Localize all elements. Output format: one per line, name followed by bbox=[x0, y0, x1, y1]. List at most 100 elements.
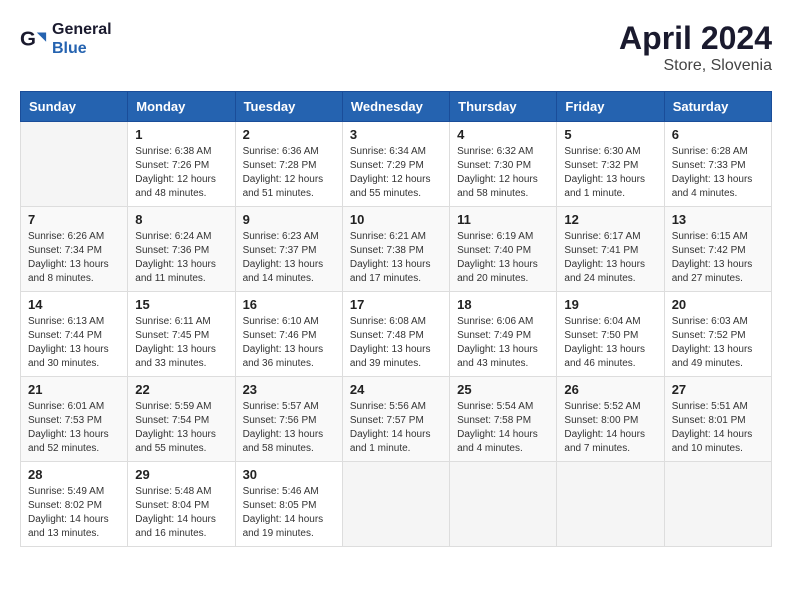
day-number: 28 bbox=[28, 467, 120, 482]
day-info: Sunrise: 5:49 AM Sunset: 8:02 PM Dayligh… bbox=[28, 485, 120, 541]
day-info: Sunrise: 5:48 AM Sunset: 8:04 PM Dayligh… bbox=[135, 485, 227, 541]
day-number: 2 bbox=[243, 127, 335, 142]
page-header: G General Blue April 2024 Store, Sloveni… bbox=[20, 20, 772, 75]
day-info: Sunrise: 6:04 AM Sunset: 7:50 PM Dayligh… bbox=[564, 315, 656, 371]
calendar-cell: 10 Sunrise: 6:21 AM Sunset: 7:38 PM Dayli… bbox=[342, 207, 449, 292]
day-number: 7 bbox=[28, 212, 120, 227]
day-info: Sunrise: 5:51 AM Sunset: 8:01 PM Dayligh… bbox=[672, 400, 764, 456]
day-info: Sunrise: 6:32 AM Sunset: 7:30 PM Dayligh… bbox=[457, 145, 549, 201]
day-number: 25 bbox=[457, 382, 549, 397]
calendar-cell: 29 Sunrise: 5:48 AM Sunset: 8:04 PM Dayli… bbox=[128, 462, 235, 547]
day-number: 1 bbox=[135, 127, 227, 142]
calendar-cell: 22 Sunrise: 5:59 AM Sunset: 7:54 PM Dayli… bbox=[128, 377, 235, 462]
day-number: 10 bbox=[350, 212, 442, 227]
day-number: 5 bbox=[564, 127, 656, 142]
calendar-cell: 30 Sunrise: 5:46 AM Sunset: 8:05 PM Dayli… bbox=[235, 462, 342, 547]
calendar-cell: 21Sunrise: 6:01 AM Sunset: 7:53 PM Dayli… bbox=[21, 377, 128, 462]
day-number: 23 bbox=[243, 382, 335, 397]
month-year: April 2024 bbox=[619, 20, 772, 57]
day-number: 4 bbox=[457, 127, 549, 142]
day-info: Sunrise: 6:23 AM Sunset: 7:37 PM Dayligh… bbox=[243, 230, 335, 286]
day-number: 30 bbox=[243, 467, 335, 482]
calendar-cell: 3Sunrise: 6:34 AM Sunset: 7:29 PM Daylig… bbox=[342, 122, 449, 207]
day-info: Sunrise: 5:56 AM Sunset: 7:57 PM Dayligh… bbox=[350, 400, 442, 456]
day-number: 15 bbox=[135, 297, 227, 312]
calendar-cell: 15Sunrise: 6:11 AM Sunset: 7:45 PM Dayli… bbox=[128, 292, 235, 377]
calendar-cell: 19 Sunrise: 6:04 AM Sunset: 7:50 PM Dayli… bbox=[557, 292, 664, 377]
calendar-cell: 13Sunrise: 6:15 AM Sunset: 7:42 PM Dayli… bbox=[664, 207, 771, 292]
logo-icon: G bbox=[20, 25, 48, 53]
calendar-cell: 12 Sunrise: 6:17 AM Sunset: 7:41 PM Dayli… bbox=[557, 207, 664, 292]
day-info: Sunrise: 6:08 AM Sunset: 7:48 PM Dayligh… bbox=[350, 315, 442, 371]
day-info: Sunrise: 5:54 AM Sunset: 7:58 PM Dayligh… bbox=[457, 400, 549, 456]
day-number: 3 bbox=[350, 127, 442, 142]
day-info: Sunrise: 6:28 AM Sunset: 7:33 PM Dayligh… bbox=[672, 145, 764, 201]
day-info: Sunrise: 6:03 AM Sunset: 7:52 PM Dayligh… bbox=[672, 315, 764, 371]
calendar-cell: 26 Sunrise: 5:52 AM Sunset: 8:00 PM Dayli… bbox=[557, 377, 664, 462]
day-info: Sunrise: 5:57 AM Sunset: 7:56 PM Dayligh… bbox=[243, 400, 335, 456]
day-number: 18 bbox=[457, 297, 549, 312]
calendar-cell: 17 Sunrise: 6:08 AM Sunset: 7:48 PM Dayli… bbox=[342, 292, 449, 377]
svg-text:G: G bbox=[20, 28, 36, 51]
day-info: Sunrise: 6:36 AM Sunset: 7:28 PM Dayligh… bbox=[243, 145, 335, 201]
day-info: Sunrise: 6:10 AM Sunset: 7:46 PM Dayligh… bbox=[243, 315, 335, 371]
calendar-cell: 9Sunrise: 6:23 AM Sunset: 7:37 PM Daylig… bbox=[235, 207, 342, 292]
location: Store, Slovenia bbox=[619, 57, 772, 75]
calendar-cell: 1 Sunrise: 6:38 AM Sunset: 7:26 PM Daylig… bbox=[128, 122, 235, 207]
day-info: Sunrise: 6:13 AM Sunset: 7:44 PM Dayligh… bbox=[28, 315, 120, 371]
calendar-cell: 25 Sunrise: 5:54 AM Sunset: 7:58 PM Dayli… bbox=[450, 377, 557, 462]
day-header-tuesday: Tuesday bbox=[235, 92, 342, 122]
day-info: Sunrise: 6:21 AM Sunset: 7:38 PM Dayligh… bbox=[350, 230, 442, 286]
day-number: 19 bbox=[564, 297, 656, 312]
logo-text-line1: General bbox=[52, 20, 112, 39]
day-number: 21 bbox=[28, 382, 120, 397]
day-number: 12 bbox=[564, 212, 656, 227]
day-number: 6 bbox=[672, 127, 764, 142]
calendar-cell: 6 Sunrise: 6:28 AM Sunset: 7:33 PM Daylig… bbox=[664, 122, 771, 207]
calendar-header-row: SundayMondayTuesdayWednesdayThursdayFrid… bbox=[21, 92, 772, 122]
day-number: 24 bbox=[350, 382, 442, 397]
day-info: Sunrise: 6:15 AM Sunset: 7:42 PM Dayligh… bbox=[672, 230, 764, 286]
calendar-cell bbox=[342, 462, 449, 547]
day-number: 17 bbox=[350, 297, 442, 312]
calendar-cell: 28 Sunrise: 5:49 AM Sunset: 8:02 PM Dayli… bbox=[21, 462, 128, 547]
day-number: 16 bbox=[243, 297, 335, 312]
calendar-table: SundayMondayTuesdayWednesdayThursdayFrid… bbox=[20, 91, 772, 547]
day-info: Sunrise: 5:59 AM Sunset: 7:54 PM Dayligh… bbox=[135, 400, 227, 456]
calendar-cell: 7 Sunrise: 6:26 AM Sunset: 7:34 PM Daylig… bbox=[21, 207, 128, 292]
calendar-cell: 27 Sunrise: 5:51 AM Sunset: 8:01 PM Dayli… bbox=[664, 377, 771, 462]
day-number: 8 bbox=[135, 212, 227, 227]
day-number: 27 bbox=[672, 382, 764, 397]
day-info: Sunrise: 6:24 AM Sunset: 7:36 PM Dayligh… bbox=[135, 230, 227, 286]
calendar-cell: 8 Sunrise: 6:24 AM Sunset: 7:36 PM Daylig… bbox=[128, 207, 235, 292]
day-info: Sunrise: 6:19 AM Sunset: 7:40 PM Dayligh… bbox=[457, 230, 549, 286]
day-number: 26 bbox=[564, 382, 656, 397]
day-info: Sunrise: 5:52 AM Sunset: 8:00 PM Dayligh… bbox=[564, 400, 656, 456]
calendar-cell: 23 Sunrise: 5:57 AM Sunset: 7:56 PM Dayli… bbox=[235, 377, 342, 462]
day-info: Sunrise: 6:26 AM Sunset: 7:34 PM Dayligh… bbox=[28, 230, 120, 286]
day-info: Sunrise: 6:06 AM Sunset: 7:49 PM Dayligh… bbox=[457, 315, 549, 371]
calendar-cell: 24 Sunrise: 5:56 AM Sunset: 7:57 PM Dayli… bbox=[342, 377, 449, 462]
day-header-saturday: Saturday bbox=[664, 92, 771, 122]
day-header-friday: Friday bbox=[557, 92, 664, 122]
calendar-cell: 4 Sunrise: 6:32 AM Sunset: 7:30 PM Daylig… bbox=[450, 122, 557, 207]
calendar-cell: 5 Sunrise: 6:30 AM Sunset: 7:32 PM Daylig… bbox=[557, 122, 664, 207]
day-number: 29 bbox=[135, 467, 227, 482]
logo-text-line2: Blue bbox=[52, 39, 112, 58]
day-header-monday: Monday bbox=[128, 92, 235, 122]
day-number: 22 bbox=[135, 382, 227, 397]
calendar-cell: 18 Sunrise: 6:06 AM Sunset: 7:49 PM Dayli… bbox=[450, 292, 557, 377]
calendar-cell: 14 Sunrise: 6:13 AM Sunset: 7:44 PM Dayli… bbox=[21, 292, 128, 377]
day-info: Sunrise: 6:38 AM Sunset: 7:26 PM Dayligh… bbox=[135, 145, 227, 201]
calendar-cell bbox=[450, 462, 557, 547]
day-number: 20 bbox=[672, 297, 764, 312]
day-number: 14 bbox=[28, 297, 120, 312]
day-info: Sunrise: 6:17 AM Sunset: 7:41 PM Dayligh… bbox=[564, 230, 656, 286]
calendar-cell bbox=[557, 462, 664, 547]
logo: G General Blue bbox=[20, 20, 112, 58]
day-info: Sunrise: 5:46 AM Sunset: 8:05 PM Dayligh… bbox=[243, 485, 335, 541]
title-block: April 2024 Store, Slovenia bbox=[619, 20, 772, 75]
calendar-cell: 20 Sunrise: 6:03 AM Sunset: 7:52 PM Dayli… bbox=[664, 292, 771, 377]
day-info: Sunrise: 6:30 AM Sunset: 7:32 PM Dayligh… bbox=[564, 145, 656, 201]
calendar-cell: 2 Sunrise: 6:36 AM Sunset: 7:28 PM Daylig… bbox=[235, 122, 342, 207]
